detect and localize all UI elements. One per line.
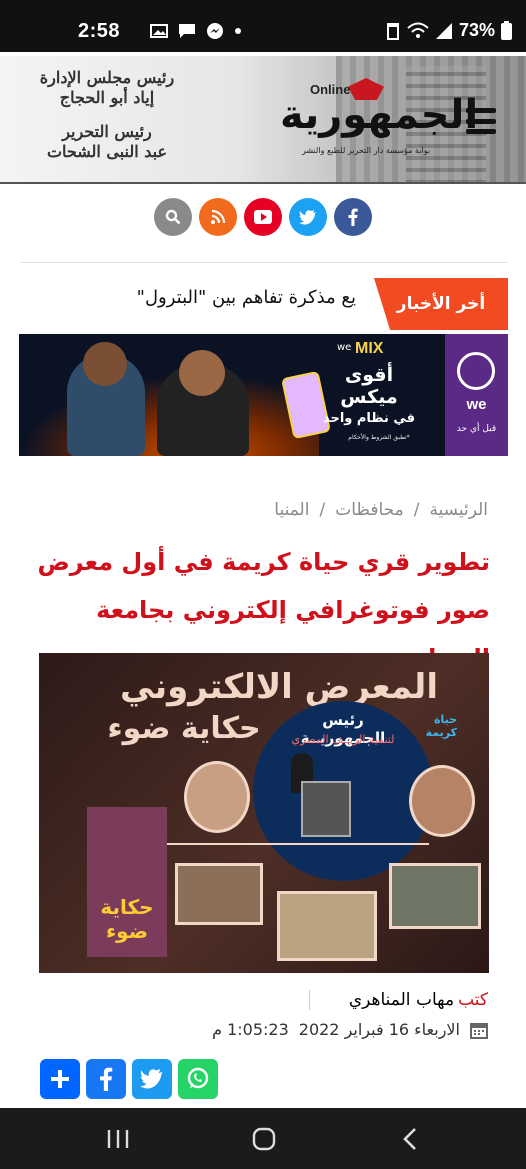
dot-icon bbox=[235, 28, 241, 34]
article-image[interactable]: المعرض الالكتروني حكاية ضوء رئيس الجمهور… bbox=[39, 653, 489, 973]
back-icon[interactable] bbox=[402, 1127, 418, 1155]
search-icon[interactable] bbox=[154, 198, 192, 236]
recycle-icon bbox=[386, 22, 399, 40]
brand-name: we bbox=[466, 396, 487, 413]
article-date: الاربعاء 16 فبراير 2022 1:05:23 م bbox=[212, 1020, 488, 1039]
logo-tagline: بوابة مؤسسة دار التحرير للطبع والنشر bbox=[301, 146, 431, 155]
banner-slogan-line2: ميكس bbox=[340, 386, 398, 408]
site-logo[interactable]: Online الجمهورية بوابة مؤسسة دار التحرير… bbox=[280, 78, 479, 170]
banner-product: MIX bbox=[355, 340, 384, 357]
social-links bbox=[154, 198, 372, 236]
status-time: 2:58 bbox=[78, 20, 121, 42]
status-system: 73% bbox=[385, 20, 512, 41]
we-logo-icon bbox=[457, 352, 495, 390]
editor-in-chief-title: رئيس التحرير bbox=[62, 122, 152, 141]
breadcrumb: الرئيسية / محافظات / المنيا bbox=[274, 500, 488, 520]
banner-brand-small: we bbox=[337, 342, 352, 353]
banner-slogan: أقوى ميكس في نظام واحد bbox=[309, 364, 429, 430]
share-buttons bbox=[40, 1059, 218, 1099]
image-heading-story: حكاية ضوء bbox=[107, 711, 261, 746]
byline-divider bbox=[309, 990, 310, 1010]
byline-prefix: كتب bbox=[458, 990, 488, 1010]
image-poster: حكاية ضوء bbox=[87, 807, 167, 957]
breadcrumb-governorates[interactable]: محافظات bbox=[335, 500, 404, 520]
author-name[interactable]: مهاب المناهري bbox=[349, 990, 454, 1010]
rss-icon[interactable] bbox=[199, 198, 237, 236]
breadcrumb-minya[interactable]: المنيا bbox=[274, 500, 309, 520]
status-bar: 2:58 73% bbox=[0, 0, 526, 52]
image-portrait-left bbox=[184, 761, 250, 833]
breadcrumb-separator: / bbox=[413, 500, 420, 520]
advertisement-banner[interactable]: we MIX أقوى ميكس في نظام واحد *تطبق الشر… bbox=[19, 334, 508, 456]
ticker-label: أخر الأخبار bbox=[374, 278, 508, 330]
image-circle-subtitle: لتنمية الريــف المصري bbox=[291, 733, 395, 746]
board-chair-name: إياد أبو الحجاج bbox=[59, 88, 155, 107]
publish-time: 1:05:23 م bbox=[212, 1020, 289, 1039]
image-thumb-3 bbox=[389, 863, 481, 929]
banner-person-left-head bbox=[83, 342, 127, 386]
battery-icon bbox=[501, 21, 512, 40]
image-thumb-1 bbox=[175, 863, 263, 925]
recent-apps-icon[interactable] bbox=[106, 1128, 130, 1154]
image-heading-exhibition: المعرض الالكتروني bbox=[120, 667, 438, 707]
whatsapp-share-icon[interactable] bbox=[178, 1059, 218, 1099]
image-poster-text: حكاية ضوء bbox=[100, 895, 154, 943]
message-icon bbox=[179, 24, 195, 38]
breadcrumb-separator: / bbox=[319, 500, 326, 520]
board-chair-title: رئيس مجلس الإدارة bbox=[39, 68, 175, 87]
status-notifications bbox=[150, 22, 242, 40]
breaking-news-ticker: أخر الأخبار يع مذكرة تفاهم بين "البترول" bbox=[20, 262, 508, 330]
editorial-credits: رئيس مجلس الإدارة إياد أبو الحجاج رئيس ا… bbox=[24, 68, 190, 162]
system-navigation-bar bbox=[0, 1108, 526, 1169]
image-portrait-right bbox=[409, 765, 475, 837]
ticker-headline[interactable]: يع مذكرة تفاهم بين "البترول" bbox=[137, 287, 356, 308]
brand-tagline: قبل أي حد bbox=[456, 424, 497, 434]
banner-slogan-line3: في نظام واحد bbox=[322, 411, 416, 426]
breadcrumb-home[interactable]: الرئيسية bbox=[429, 500, 488, 520]
logo-name: الجمهورية bbox=[280, 92, 479, 138]
banner-slogan-line1: أقوى bbox=[344, 364, 394, 386]
article-byline: كتب مهاب المناهري bbox=[309, 990, 488, 1010]
battery-percent: 73% bbox=[458, 20, 495, 40]
editor-in-chief-name: عبد النبى الشحات bbox=[46, 142, 168, 161]
banner-person-right-head bbox=[179, 350, 225, 396]
calendar-icon bbox=[470, 1022, 488, 1039]
youtube-icon[interactable] bbox=[244, 198, 282, 236]
messenger-icon bbox=[207, 23, 223, 39]
facebook-icon[interactable] bbox=[334, 198, 372, 236]
image-podium bbox=[301, 781, 351, 837]
twitter-icon[interactable] bbox=[289, 198, 327, 236]
image-thumb-2 bbox=[277, 891, 377, 961]
publish-date: الاربعاء 16 فبراير 2022 bbox=[298, 1020, 460, 1039]
banner-small-print: *تطبق الشروط والأحكام bbox=[348, 434, 410, 441]
image-side-text: حياة كريمة bbox=[425, 713, 457, 739]
wifi-icon bbox=[407, 22, 429, 38]
facebook-share-icon[interactable] bbox=[86, 1059, 126, 1099]
add-share-icon[interactable] bbox=[40, 1059, 80, 1099]
image-connector-line bbox=[159, 843, 429, 845]
twitter-share-icon[interactable] bbox=[132, 1059, 172, 1099]
signal-icon bbox=[435, 22, 452, 39]
image-icon bbox=[150, 24, 168, 38]
home-icon[interactable] bbox=[252, 1127, 276, 1155]
